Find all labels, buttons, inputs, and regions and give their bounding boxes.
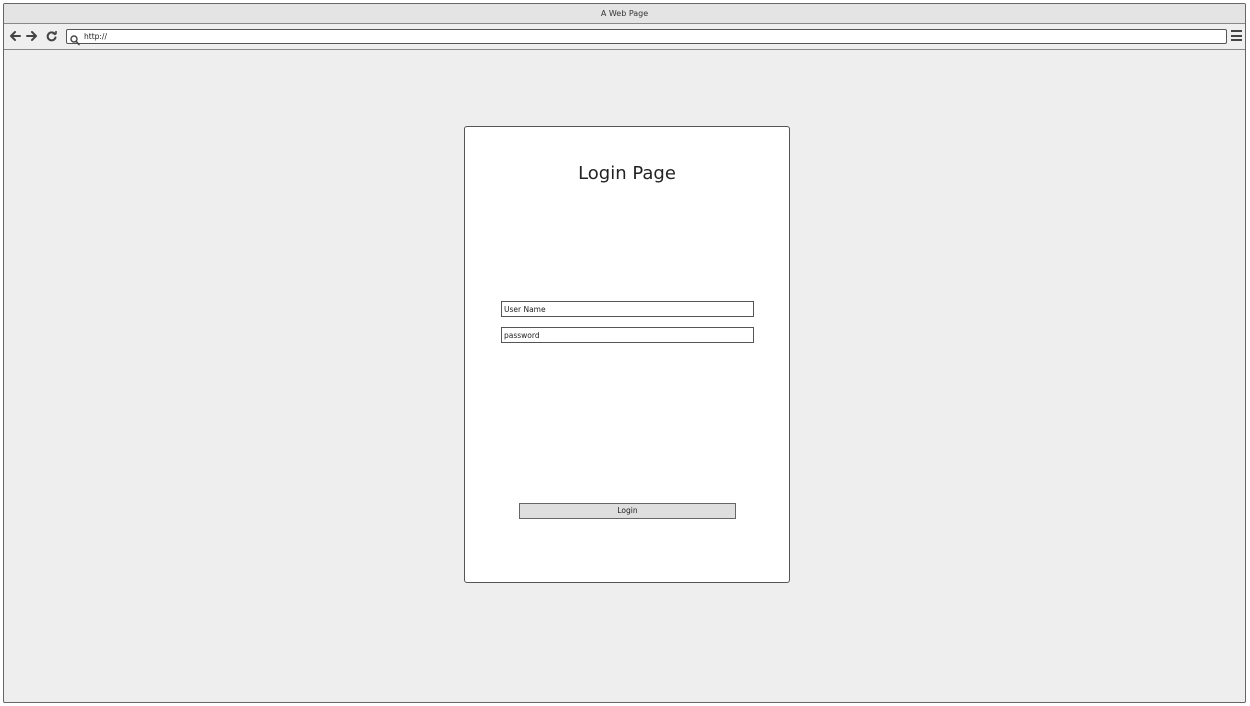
arrow-left-icon[interactable] (8, 28, 22, 44)
hamburger-menu-icon[interactable] (1231, 30, 1242, 42)
browser-toolbar: http:// (4, 24, 1245, 50)
login-card: Login Page Login (464, 126, 790, 583)
window-title-bar: A Web Page (4, 4, 1245, 24)
page-title: Login Page (578, 163, 676, 184)
password-input[interactable] (501, 327, 754, 343)
url-text[interactable]: http:// (84, 30, 107, 43)
address-bar[interactable]: http:// (66, 29, 1227, 46)
browser-window: A Web Page http:// Login Page User Name … (3, 3, 1246, 703)
arrow-right-icon[interactable] (25, 28, 39, 44)
reload-icon[interactable] (44, 28, 58, 44)
search-icon (70, 31, 80, 50)
login-button[interactable]: Login (519, 503, 736, 519)
window-title: A Web Page (600, 9, 649, 18)
username-input[interactable] (501, 301, 754, 317)
